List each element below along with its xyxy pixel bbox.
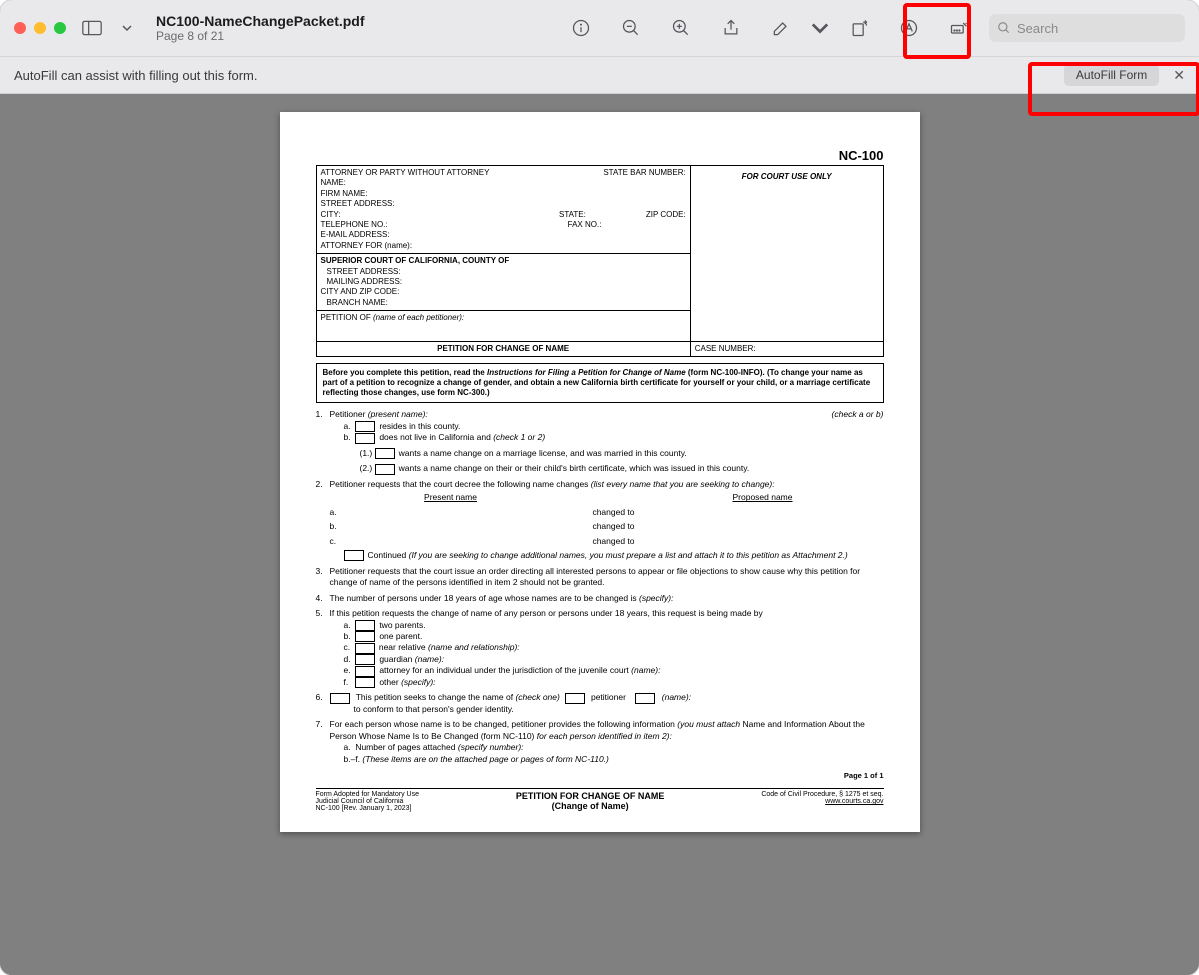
form-number: NC-100 — [316, 148, 884, 163]
checkbox[interactable] — [375, 448, 395, 459]
state-bar-label: STATE BAR NUMBER: — [603, 168, 685, 178]
court-street: STREET ADDRESS: — [327, 267, 686, 277]
fullscreen-window-button[interactable] — [54, 22, 66, 34]
court-cityzip: CITY AND ZIP CODE: — [321, 287, 686, 297]
email-label: E-MAIL ADDRESS: — [321, 230, 686, 240]
court-heading: SUPERIOR COURT OF CALIFORNIA, COUNTY OF — [321, 256, 686, 266]
firm-label: FIRM NAME: — [321, 189, 686, 199]
court-use-only: FOR COURT USE ONLY — [695, 172, 879, 182]
checkbox[interactable] — [355, 631, 375, 642]
autofill-message: AutoFill can assist with filling out thi… — [14, 68, 257, 83]
checkbox[interactable] — [344, 550, 364, 561]
caption-table: ATTORNEY OR PARTY WITHOUT ATTORNEY STATE… — [316, 165, 884, 357]
attorney-header: ATTORNEY OR PARTY WITHOUT ATTORNEY — [321, 168, 490, 178]
document-viewport[interactable]: NC-100 ATTORNEY OR PARTY WITHOUT ATTORNE… — [0, 94, 1199, 975]
highlight-menu-chevron-icon[interactable] — [811, 12, 829, 44]
instruction-box: Before you complete this petition, read … — [316, 363, 884, 403]
court-branch: BRANCH NAME: — [327, 298, 686, 308]
zip-label: ZIP CODE: — [646, 210, 686, 220]
checkbox[interactable] — [355, 643, 375, 654]
search-field[interactable]: Search — [989, 14, 1185, 42]
checkbox[interactable] — [355, 654, 375, 665]
sidebar-toggle-button[interactable] — [76, 14, 108, 42]
case-number-label: CASE NUMBER: — [690, 342, 883, 357]
checkbox[interactable] — [635, 693, 655, 704]
page-number: Page 1 of 1 — [316, 771, 884, 780]
present-name-header: Present name — [330, 492, 572, 503]
state-label: STATE: — [559, 210, 586, 220]
sidebar-menu-chevron-icon[interactable] — [118, 23, 136, 33]
zoom-out-button[interactable] — [611, 12, 651, 44]
street-label: STREET ADDRESS: — [321, 199, 686, 209]
zoom-in-button[interactable] — [661, 12, 701, 44]
form-footer: Form Adopted for Mandatory Use Judicial … — [316, 788, 884, 812]
markup-button[interactable] — [889, 12, 929, 44]
document-title: NC100-NameChangePacket.pdf — [156, 13, 365, 29]
preview-window: NC100-NameChangePacket.pdf Page 8 of 21 … — [0, 0, 1199, 975]
tel-label: TELEPHONE NO.: — [321, 220, 388, 230]
autofill-button[interactable]: AutoFill Form — [1064, 64, 1159, 86]
title-bar: NC100-NameChangePacket.pdf Page 8 of 21 … — [0, 0, 1199, 57]
petition-of-hint: (name of each petitioner): — [373, 313, 464, 322]
minimize-window-button[interactable] — [34, 22, 46, 34]
checkbox[interactable] — [375, 464, 395, 475]
proposed-name-header: Proposed name — [642, 492, 884, 503]
document-title-block: NC100-NameChangePacket.pdf Page 8 of 21 — [156, 13, 365, 43]
autofill-bar: AutoFill can assist with filling out thi… — [0, 57, 1199, 94]
checkbox[interactable] — [355, 421, 375, 432]
attorney-for-label: ATTORNEY FOR (name): — [321, 241, 686, 251]
close-window-button[interactable] — [14, 22, 26, 34]
checkbox[interactable] — [330, 693, 350, 704]
petition-of-label: PETITION OF — [321, 313, 371, 322]
petition-title: PETITION FOR CHANGE OF NAME — [316, 342, 690, 357]
petition-items: 1. Petitioner (present name): (check a o… — [316, 409, 884, 765]
autofill-close-button[interactable]: ✕ — [1173, 67, 1185, 84]
checkbox[interactable] — [355, 620, 375, 631]
page-indicator: Page 8 of 21 — [156, 29, 365, 43]
pdf-page: NC-100 ATTORNEY OR PARTY WITHOUT ATTORNE… — [280, 112, 920, 832]
checkbox[interactable] — [355, 433, 375, 444]
fax-label: FAX NO.: — [568, 220, 602, 230]
search-icon — [997, 21, 1011, 35]
name-label: NAME: — [321, 178, 686, 188]
city-label: CITY: — [321, 210, 341, 220]
info-button[interactable] — [561, 12, 601, 44]
rotate-button[interactable] — [839, 12, 879, 44]
window-controls — [14, 22, 66, 34]
checkbox[interactable] — [355, 677, 375, 688]
item-3: Petitioner requests that the court issue… — [330, 566, 884, 589]
highlight-button[interactable] — [761, 12, 801, 44]
checkbox[interactable] — [355, 666, 375, 677]
checkbox[interactable] — [565, 693, 585, 704]
court-mailing: MAILING ADDRESS: — [327, 277, 686, 287]
share-button[interactable] — [711, 12, 751, 44]
search-placeholder: Search — [1017, 21, 1058, 36]
form-fill-button[interactable] — [939, 12, 979, 44]
